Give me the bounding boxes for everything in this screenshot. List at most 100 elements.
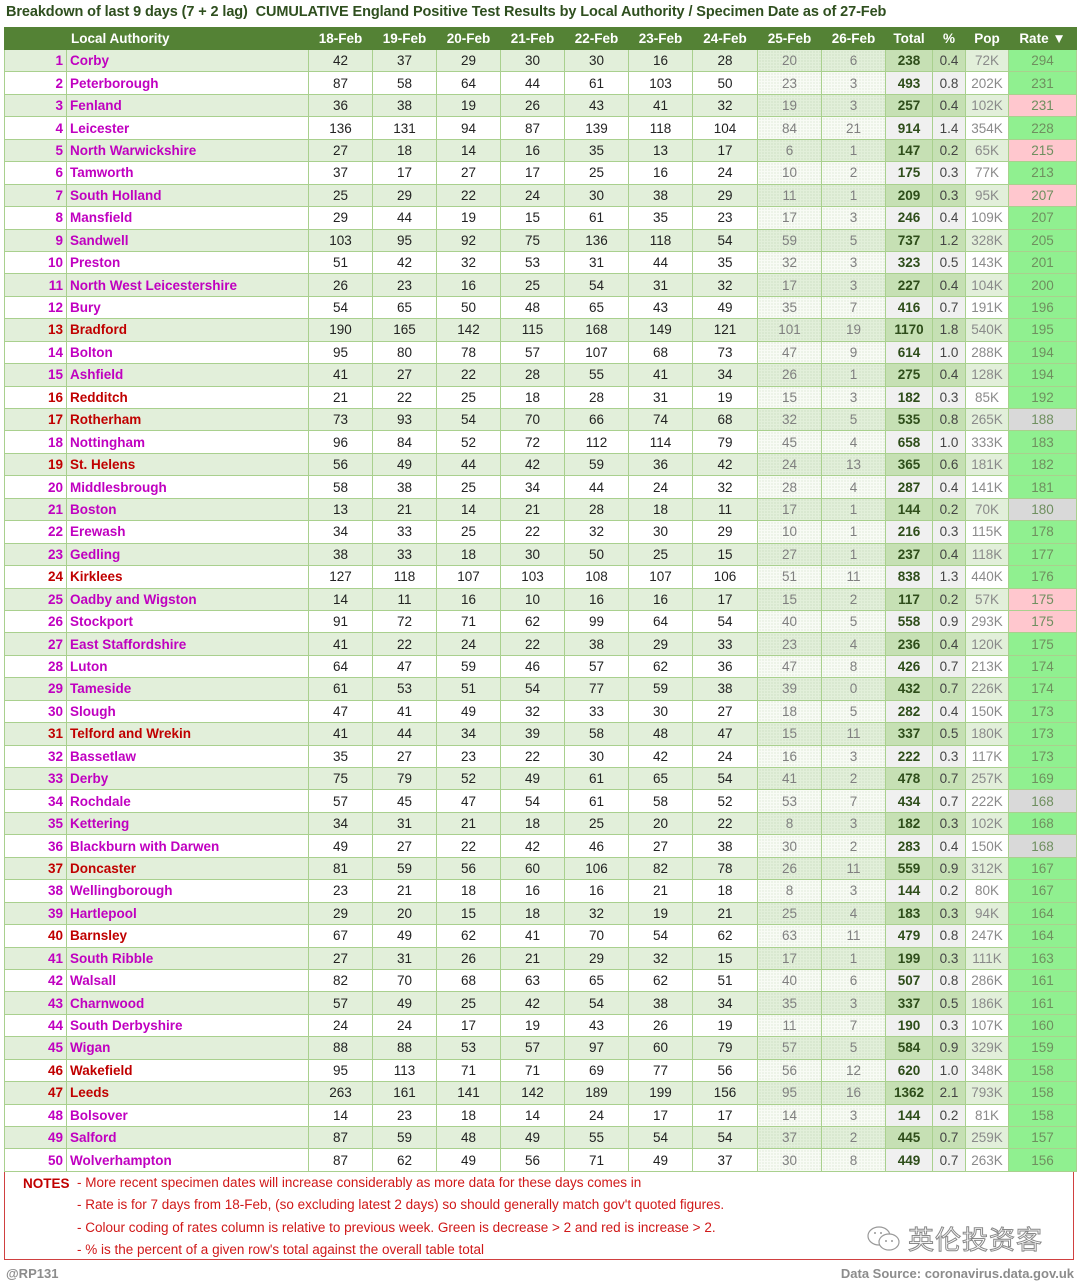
daily-count-cell: 53: [372, 677, 437, 701]
daily-count-cell: 62: [628, 968, 693, 993]
daily-count-cell: 49: [500, 1125, 565, 1150]
daily-count-cell: 3: [821, 385, 886, 410]
daily-count-cell: 118: [628, 116, 693, 140]
local-authority-name: Walsall: [66, 968, 309, 993]
total-cell: 216: [885, 520, 933, 544]
rate-cell: 159: [1008, 1036, 1077, 1060]
column-header-date[interactable]: 22-Feb: [564, 27, 629, 50]
population-cell: 328K: [965, 228, 1009, 252]
daily-count-cell: 70: [500, 407, 565, 432]
column-header-local-authority[interactable]: Local Authority: [66, 27, 309, 50]
daily-count-cell: 26: [308, 273, 373, 297]
column-header-date[interactable]: 21-Feb: [500, 27, 565, 50]
daily-count-cell: 82: [308, 968, 373, 993]
rank-cell: 10: [4, 250, 67, 275]
daily-count-cell: 118: [372, 565, 437, 589]
daily-count-cell: 7: [821, 295, 886, 320]
daily-count-cell: 49: [628, 1148, 693, 1172]
total-cell: 237: [885, 542, 933, 567]
daily-count-cell: 50: [564, 542, 629, 567]
daily-count-cell: 25: [436, 991, 501, 1015]
total-cell: 559: [885, 856, 933, 881]
daily-count-cell: 54: [308, 295, 373, 320]
column-header-date[interactable]: 25-Feb: [757, 27, 822, 50]
total-cell: 658: [885, 430, 933, 454]
daily-count-cell: 1: [821, 946, 886, 970]
population-cell: 247K: [965, 924, 1009, 948]
daily-count-cell: 27: [372, 363, 437, 387]
table-row: 26 Stockport 91 72 71 62 99 64 54 40 5 558 0.9 293K 17…: [4, 609, 1077, 634]
daily-count-cell: 23: [757, 71, 822, 95]
column-header-date[interactable]: 20-Feb: [436, 27, 501, 50]
daily-count-cell: 52: [692, 789, 758, 813]
daily-count-cell: 54: [692, 228, 758, 252]
total-cell: 1362: [885, 1081, 933, 1105]
population-cell: 104K: [965, 273, 1009, 297]
column-header-rate-sorted-desc[interactable]: Rate ▼: [1008, 27, 1077, 50]
daily-count-cell: 59: [436, 654, 501, 679]
daily-count-cell: 31: [372, 946, 437, 970]
total-cell: 432: [885, 677, 933, 701]
column-header-date[interactable]: 18-Feb: [308, 27, 373, 50]
daily-count-cell: 21: [372, 497, 437, 522]
population-cell: 150K: [965, 834, 1009, 858]
daily-count-cell: 14: [308, 587, 373, 611]
column-header-total[interactable]: Total: [885, 27, 933, 50]
daily-count-cell: 42: [308, 48, 373, 73]
total-cell: 507: [885, 968, 933, 993]
daily-count-cell: 24: [500, 183, 565, 208]
daily-count-cell: 91: [308, 609, 373, 634]
daily-count-cell: 95: [308, 340, 373, 365]
population-cell: 120K: [965, 632, 1009, 656]
percent-cell: 0.3: [932, 1013, 966, 1038]
daily-count-cell: 44: [564, 475, 629, 499]
column-header-date[interactable]: 19-Feb: [372, 27, 437, 50]
daily-count-cell: 53: [757, 789, 822, 813]
table-row: 20 Middlesbrough 58 38 25 34 44 24 32 28 4 287 0.4 14…: [4, 475, 1077, 499]
local-authority-name: Barnsley: [66, 924, 309, 948]
population-cell: 117K: [965, 744, 1009, 769]
local-authority-name: Bolsover: [66, 1103, 309, 1128]
local-authority-name: Peterborough: [66, 71, 309, 95]
daily-count-cell: 27: [372, 834, 437, 858]
daily-count-cell: 25: [628, 542, 693, 567]
daily-count-cell: 49: [692, 295, 758, 320]
daily-count-cell: 16: [821, 1081, 886, 1105]
percent-cell: 0.9: [932, 856, 966, 881]
percent-cell: 0.3: [932, 744, 966, 769]
rank-cell: 2: [4, 71, 67, 95]
table-row: 33 Derby 75 79 52 49 61 65 54 41 2 478 0.7 257K 169: [4, 766, 1077, 791]
column-header-percent[interactable]: %: [932, 27, 966, 50]
total-cell: 493: [885, 71, 933, 95]
daily-count-cell: 0: [821, 677, 886, 701]
column-header-population[interactable]: Pop: [965, 27, 1009, 50]
daily-count-cell: 71: [436, 609, 501, 634]
daily-count-cell: 24: [372, 1013, 437, 1038]
local-authority-name: Preston: [66, 250, 309, 275]
rate-cell: 178: [1008, 520, 1077, 544]
population-cell: 181K: [965, 452, 1009, 477]
daily-count-cell: 21: [308, 385, 373, 410]
daily-count-cell: 22: [372, 632, 437, 656]
column-header-date[interactable]: 23-Feb: [628, 27, 693, 50]
population-cell: 95K: [965, 183, 1009, 208]
daily-count-cell: 16: [500, 879, 565, 903]
daily-count-cell: 22: [436, 183, 501, 208]
daily-count-cell: 11: [757, 1013, 822, 1038]
daily-count-cell: 57: [757, 1036, 822, 1060]
rank-cell: 45: [4, 1036, 67, 1060]
daily-count-cell: 16: [628, 48, 693, 73]
daily-count-cell: 49: [372, 452, 437, 477]
daily-count-cell: 72: [372, 609, 437, 634]
percent-cell: 0.3: [932, 946, 966, 970]
rate-cell: 158: [1008, 1103, 1077, 1128]
column-header-date[interactable]: 26-Feb: [821, 27, 886, 50]
local-authority-name: Tamworth: [66, 161, 309, 185]
daily-count-cell: 65: [564, 968, 629, 993]
rate-cell: 188: [1008, 407, 1077, 432]
daily-count-cell: 34: [308, 811, 373, 836]
daily-count-cell: 18: [436, 1103, 501, 1128]
column-header-date[interactable]: 24-Feb: [692, 27, 758, 50]
rate-cell: 192: [1008, 385, 1077, 410]
daily-count-cell: 63: [757, 924, 822, 948]
